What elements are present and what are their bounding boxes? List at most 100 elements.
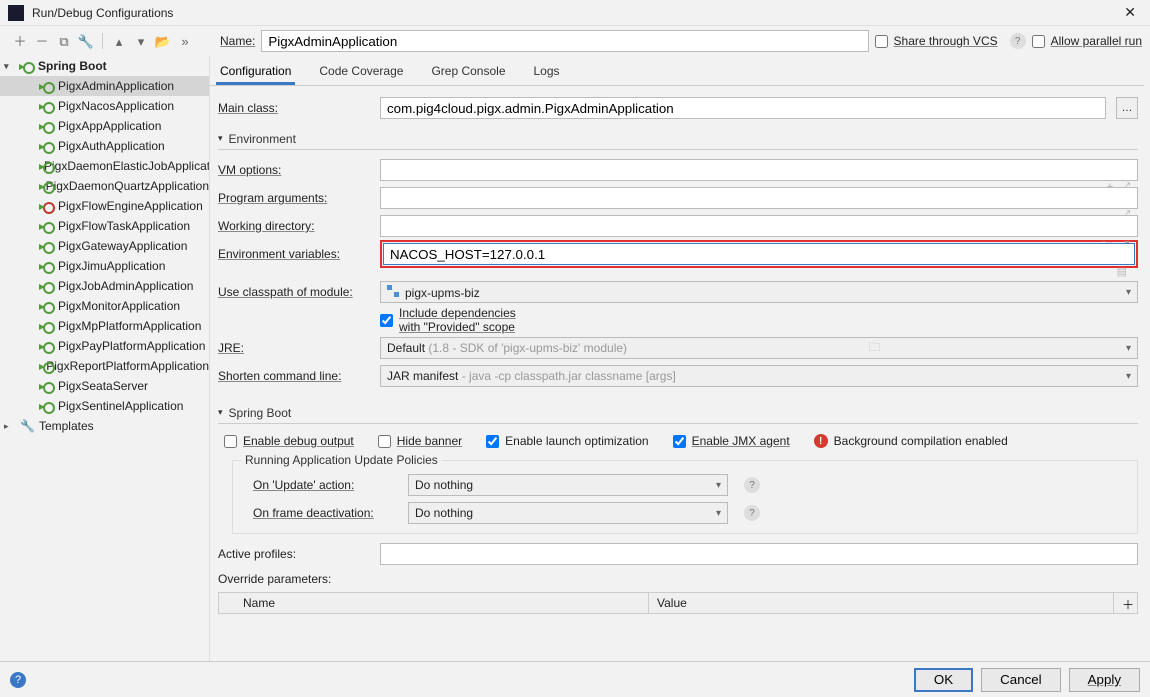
env-section-header[interactable]: ▾Environment [218, 128, 1138, 150]
run-config-icon [40, 139, 54, 153]
run-config-icon [40, 79, 54, 93]
enable-jmx-checkbox[interactable]: Enable JMX agent [673, 434, 790, 448]
help-icon[interactable]: ? [1010, 33, 1026, 49]
tab-logs[interactable]: Logs [530, 58, 564, 85]
run-config-icon [40, 119, 54, 133]
run-config-icon [40, 339, 54, 353]
working-dir-label: Working directory: [218, 219, 370, 233]
vm-options-label: VM options: [218, 163, 370, 177]
jre-dropdown[interactable]: Default (1.8 - SDK of 'pigx-upms-biz' mo… [380, 337, 1138, 359]
ok-button[interactable]: OK [914, 668, 973, 692]
tree-item[interactable]: PigxDaemonQuartzApplication [0, 176, 209, 196]
active-profiles-input[interactable] [380, 543, 1138, 565]
program-args-input[interactable] [380, 187, 1138, 209]
tree-item[interactable]: PigxMpPlatformApplication [0, 316, 209, 336]
shorten-dropdown[interactable]: JAR manifest - java -cp classpath.jar cl… [380, 365, 1138, 387]
enable-launch-checkbox[interactable]: Enable launch optimization [486, 434, 648, 448]
apply-button[interactable]: Apply [1069, 668, 1140, 692]
tree-item[interactable]: PigxJimuApplication [0, 256, 209, 276]
tree-item[interactable]: PigxFlowEngineApplication [0, 196, 209, 216]
run-config-icon [40, 99, 54, 113]
expand-button[interactable]: » [177, 33, 193, 49]
tab-code-coverage[interactable]: Code Coverage [315, 58, 407, 85]
run-config-icon [40, 179, 42, 193]
jre-label: JRE: [218, 341, 370, 355]
tabs: Configuration Code Coverage Grep Console… [210, 58, 1144, 86]
main-class-input[interactable] [380, 97, 1106, 119]
help-button[interactable]: ? [10, 672, 26, 688]
close-icon[interactable]: ✕ [1118, 4, 1142, 21]
enable-debug-checkbox[interactable]: Enable debug output [224, 434, 354, 448]
window-title: Run/Debug Configurations [32, 6, 1118, 20]
tab-grep-console[interactable]: Grep Console [427, 58, 509, 85]
alert-icon: ! [814, 434, 828, 448]
env-vars-input[interactable] [383, 243, 1135, 265]
update-policies-group: Running Application Update Policies On '… [232, 460, 1138, 534]
tree-item[interactable]: PigxJobAdminApplication [0, 276, 209, 296]
tree-item[interactable]: PigxAuthApplication [0, 136, 209, 156]
allow-parallel-checkbox[interactable]: Allow parallel run [1032, 34, 1142, 48]
tree-item[interactable]: PigxDaemonElasticJobApplication [0, 156, 209, 176]
down-button[interactable]: ▾ [133, 33, 149, 49]
tree-item[interactable]: PigxAppApplication [0, 116, 209, 136]
name-label: Name: [220, 34, 255, 48]
copy-button[interactable]: ⧉ [56, 33, 72, 49]
tree-item[interactable]: PigxMonitorApplication [0, 296, 209, 316]
run-config-icon [40, 259, 54, 273]
add-param-button[interactable]: ＋ [1113, 593, 1137, 613]
override-params-table-header: Name Value ＋ [218, 592, 1138, 614]
add-button[interactable]: ＋ [12, 33, 28, 49]
module-dropdown[interactable]: pigx-upms-biz [380, 281, 1138, 303]
left-toolbar: ＋ － ⧉ 🔧 ▴ ▾ 📂 » [8, 33, 214, 49]
browse-main-class-button[interactable]: … [1116, 97, 1138, 119]
tree-item[interactable]: PigxGatewayApplication [0, 236, 209, 256]
run-config-icon [40, 299, 54, 313]
program-args-label: Program arguments: [218, 191, 370, 205]
run-config-icon [40, 279, 54, 293]
tree-item[interactable]: PigxPayPlatformApplication [0, 336, 209, 356]
tree-templates[interactable]: ▸ 🔧 Templates [0, 416, 209, 436]
share-vcs-checkbox[interactable]: Share through VCS [875, 34, 998, 48]
cancel-button[interactable]: Cancel [981, 668, 1061, 692]
content-panel: Configuration Code Coverage Grep Console… [210, 56, 1150, 661]
on-update-dropdown[interactable]: Do nothing [408, 474, 728, 496]
override-params-label: Override parameters: [218, 568, 1138, 588]
vm-options-input[interactable] [380, 159, 1138, 181]
hide-banner-checkbox[interactable]: Hide banner [378, 434, 462, 448]
run-config-icon [40, 219, 54, 233]
tree-item[interactable]: PigxNacosApplication [0, 96, 209, 116]
up-button[interactable]: ▴ [111, 33, 127, 49]
footer: ? OK Cancel Apply [0, 661, 1150, 697]
tree-item[interactable]: PigxSeataServer [0, 376, 209, 396]
springboot-section-header[interactable]: ▾Spring Boot [218, 402, 1138, 424]
module-icon [387, 285, 399, 297]
titlebar: Run/Debug Configurations ✕ [0, 0, 1150, 26]
help-icon[interactable]: ? [744, 477, 760, 493]
run-config-icon [40, 359, 42, 373]
folder-icon: 🗀 [868, 338, 880, 359]
toolbar-row: ＋ － ⧉ 🔧 ▴ ▾ 📂 » Name: Share through VCS … [0, 26, 1150, 56]
tree-item[interactable]: PigxReportPlatformApplication [0, 356, 209, 376]
tree-item[interactable]: PigxAdminApplication [0, 76, 209, 96]
bg-compile-warning: !Background compilation enabled [814, 434, 1008, 448]
help-icon[interactable]: ? [744, 505, 760, 521]
run-config-icon [40, 319, 54, 333]
include-provided-checkbox[interactable]: Include dependencies with "Provided" sco… [380, 306, 532, 334]
tree-item[interactable]: PigxFlowTaskApplication [0, 216, 209, 236]
wrench-button[interactable]: 🔧 [78, 33, 94, 49]
on-frame-dropdown[interactable]: Do nothing [408, 502, 728, 524]
remove-button[interactable]: － [34, 33, 50, 49]
col-value[interactable]: Value [649, 593, 1113, 613]
tab-configuration[interactable]: Configuration [216, 58, 295, 85]
springboot-icon [20, 59, 34, 73]
app-icon [8, 5, 24, 21]
list-icon[interactable]: ▤ [1117, 265, 1127, 278]
col-name[interactable]: Name [219, 593, 649, 613]
run-config-icon [40, 239, 54, 253]
working-dir-input[interactable] [380, 215, 1138, 237]
tree-item[interactable]: PigxSentinelApplication [0, 396, 209, 416]
tree-group-springboot[interactable]: ▾ Spring Boot [0, 56, 209, 76]
folder-button[interactable]: 📂 [155, 33, 171, 49]
sidebar: ▾ Spring Boot PigxAdminApplicationPigxNa… [0, 56, 210, 661]
name-input[interactable] [261, 30, 868, 52]
